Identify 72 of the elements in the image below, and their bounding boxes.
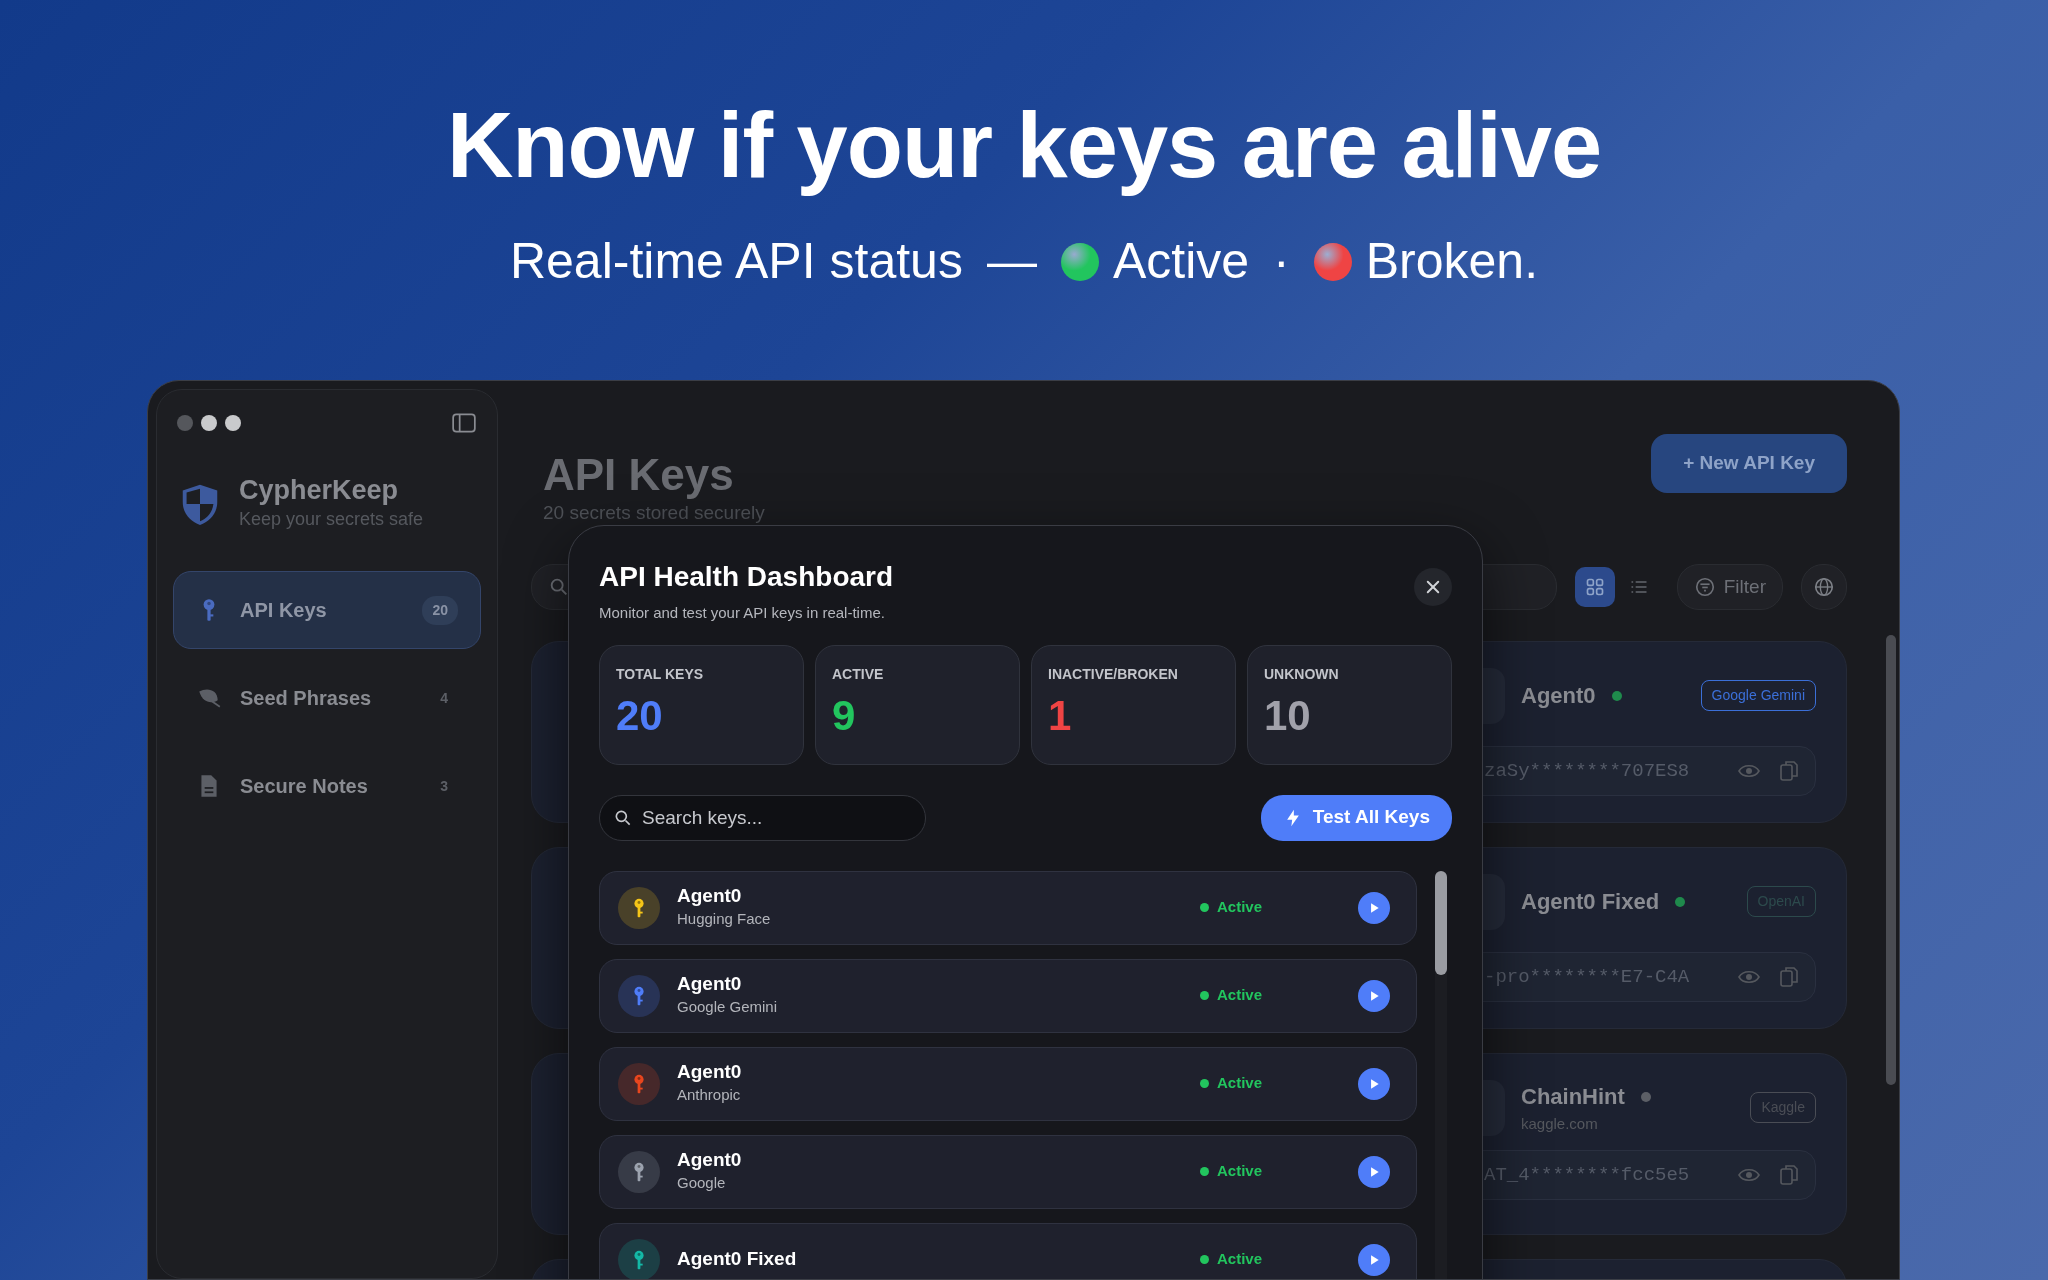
search-field[interactable]: Search keys... [599,794,926,841]
stat-label: UNKNOWN [1264,664,1340,684]
stat-value: 9 [832,690,857,741]
copy-icon [1777,964,1801,989]
stat-value: 20 [616,690,664,741]
key-row[interactable]: Agent0 Anthropic Active [599,1046,1417,1121]
filter-button[interactable]: Filter [1676,563,1783,610]
app-tagline: Keep your secrets safe [239,508,424,532]
headline: Know if your keys are alive [446,93,1602,198]
status-label: Active [1200,896,1310,919]
key-name: Agent0 [677,1060,743,1084]
card-title: Agent0 [1521,682,1596,711]
play-button[interactable] [1358,979,1390,1012]
subtitle-text: Real-time API status [509,232,963,292]
card-title: ChainHint [1521,1083,1625,1112]
sidebar-toggle-icon [451,410,477,436]
status-label: Active [1200,984,1310,1007]
key-name: Agent0 [677,972,743,996]
key-row[interactable]: Agent0 Google Gemini Active [599,958,1417,1033]
key-provider: Google Gemini [677,996,779,1017]
status-label: Active [1200,1072,1310,1095]
dialog-subtitle: Monitor and test your API keys in real-time. [599,603,886,623]
count-badge: 20 [422,595,458,625]
play-button[interactable] [1358,1067,1390,1100]
stat-label: INACTIVE/BROKEN [1048,664,1179,684]
page-title: API Keys [543,451,735,500]
play-button[interactable] [1358,1243,1390,1276]
app-name: CypherKeep [239,474,400,507]
card-subtitle: kaggle.com [1521,1114,1599,1135]
sidebar-item[interactable]: Seed Phrases 4 [173,659,481,738]
close-button[interactable] [1414,568,1452,606]
play-button[interactable] [1358,1155,1390,1188]
key-row[interactable]: Agent0 Hugging Face Active [599,870,1417,945]
window-control-icon[interactable] [201,415,217,431]
key-name: Agent0 [677,884,743,908]
provider-tag: Google Gemini [1700,680,1816,712]
globe-icon [1813,575,1835,598]
globe-button[interactable] [1801,563,1847,610]
dialog-title: API Health Dashboard [599,560,894,594]
key-row[interactable]: Agent0 Google Active [599,1134,1417,1209]
key-name: Agent0 Fixed [677,1248,798,1271]
separator-dot: · [1273,232,1290,292]
key-name: Agent0 [677,1148,743,1172]
stat-label: TOTAL KEYS [616,664,705,684]
legend-label: Active [1112,232,1250,292]
sidebar-item[interactable]: Secure Notes 3 [173,747,481,826]
close-icon [1424,578,1442,596]
window-control-icon[interactable] [225,415,241,431]
key-provider: Anthropic [677,1084,742,1105]
item-count: 4 [439,688,449,708]
card-title: Agent0 Fixed [1521,888,1660,917]
key-row[interactable]: Agent0 Fixed Active [599,1222,1417,1279]
test-all-keys-button[interactable]: Test All Keys [1260,794,1452,841]
scrollbar[interactable] [1886,635,1896,1085]
legend-label: Broken. [1365,232,1539,292]
item-count: 3 [439,776,449,796]
grid-icon [1584,576,1605,597]
stat-value: 1 [1048,690,1073,741]
stat-label: ACTIVE [832,664,885,684]
play-button[interactable] [1358,891,1390,924]
key-provider: Google [677,1172,727,1193]
copy-icon [1777,758,1801,783]
new-api-key-button[interactable]: + New API Key [1651,434,1847,493]
copy-icon [1777,1162,1801,1187]
sidebar-item[interactable]: API Keys 20 [173,571,481,650]
stat-value: 10 [1264,690,1312,741]
status-label: Active [1200,1248,1310,1271]
status-label: Active [1200,1160,1310,1183]
grid-view-button[interactable] [1574,566,1615,607]
key-provider: Hugging Face [677,908,772,929]
filter-icon [1693,575,1716,598]
dash: — [986,232,1037,292]
